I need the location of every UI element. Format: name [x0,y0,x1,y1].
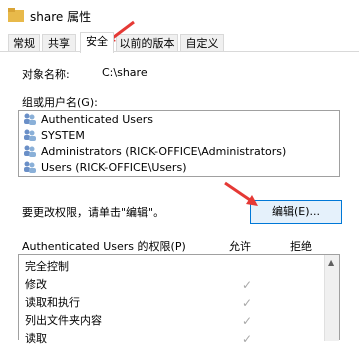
permissions-list: 完全控制 修改 ✓ 读取和执行 ✓ 列出文件夹内容 ✓ 读取 ✓ ▲ [18,254,340,346]
deny-column-header: 拒绝 [290,240,312,253]
tab-general[interactable]: 常规 [8,34,40,52]
tab-strip: 常规 共享 安全 以前的版本 自定义 [0,32,359,53]
list-item-system[interactable]: SYSTEM [23,128,85,144]
groups-label: 组或用户名(G): [22,96,98,109]
permissions-scrollbar[interactable]: ▲ [324,255,339,341]
tab-customize[interactable]: 自定义 [180,34,224,52]
object-name-label: 对象名称: [22,68,70,81]
perm-row-list-folder: 列出文件夹内容 ✓ [25,314,253,328]
user-group-icon [24,129,36,141]
perm-row-full-control: 完全控制 [25,258,325,276]
user-group-icon [24,161,36,173]
permissions-title: Authenticated Users 的权限(P) [22,240,186,253]
groups-listbox[interactable]: Authenticated Users SYSTEM Administrator… [18,110,340,177]
checkmark-icon [242,258,254,276]
tab-previous-versions[interactable]: 以前的版本 [116,34,178,52]
tab-sharing[interactable]: 共享 [42,34,76,52]
tab-security[interactable]: 安全 [80,32,114,53]
user-group-icon [24,113,36,125]
perm-row-read: 读取 ✓ [25,332,253,346]
checkmark-icon: ✓ [242,278,253,292]
perm-row-read-execute: 读取和执行 ✓ [25,296,253,310]
edit-button[interactable]: 编辑(E)... [250,200,342,224]
perm-row-modify: 修改 ✓ [25,278,253,292]
checkmark-icon: ✓ [242,332,253,346]
list-item-users[interactable]: Users (RICK-OFFICE\Users) [23,160,186,176]
scroll-up-icon[interactable]: ▲ [328,258,334,267]
list-item-authenticated-users[interactable]: Authenticated Users [23,112,153,128]
user-group-icon [24,145,36,157]
checkmark-icon: ✓ [242,314,253,328]
edit-hint: 要更改权限，请单击"编辑"。 [22,206,165,219]
checkmark-icon: ✓ [242,296,253,310]
title-bar: share 属性 [0,0,359,32]
object-name-value: C:\share [102,66,148,79]
window-title: share 属性 [30,10,92,24]
folder-icon [8,8,24,22]
tab-divider [0,51,359,52]
allow-column-header: 允许 [229,240,251,253]
list-item-administrators[interactable]: Administrators (RICK-OFFICE\Administrato… [23,144,286,160]
